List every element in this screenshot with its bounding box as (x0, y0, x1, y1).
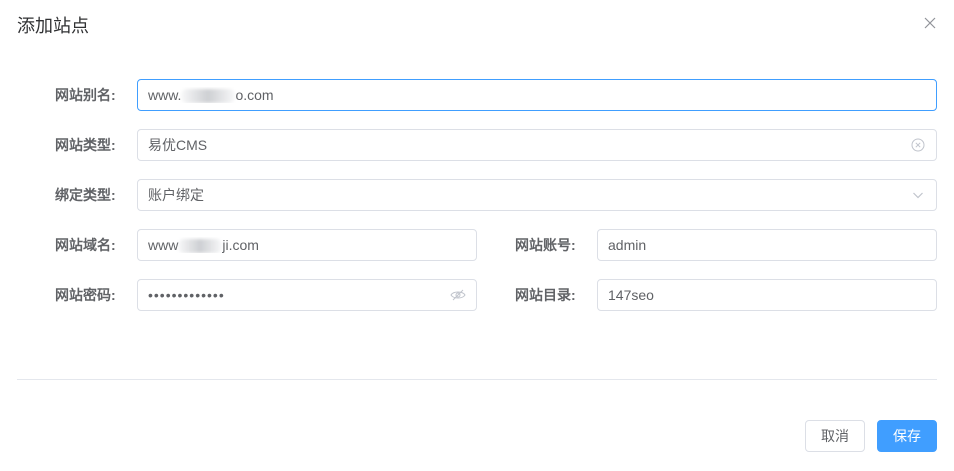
site-type-value: 易优CMS (148, 137, 208, 153)
save-button[interactable]: 保存 (877, 420, 937, 452)
chevron-down-icon (910, 187, 926, 203)
cancel-button[interactable]: 取消 (805, 420, 865, 452)
site-type-select[interactable]: 易优CMS (137, 129, 937, 161)
close-icon (924, 16, 936, 34)
dialog-title: 添加站点 (17, 16, 89, 36)
site-account-label: 网站账号: (515, 237, 576, 253)
footer-divider (17, 379, 937, 380)
site-directory-label: 网站目录: (515, 287, 576, 303)
redacted-mask (178, 239, 223, 254)
bind-type-select[interactable]: 账户绑定 (137, 179, 937, 211)
site-password-value: ••••••••••••• (148, 287, 225, 303)
site-alias-value: www. o.com (148, 86, 274, 104)
site-password-input[interactable]: ••••••••••••• (137, 279, 477, 311)
redacted-mask (181, 89, 236, 104)
site-directory-value: 147seo (608, 287, 654, 303)
eye-off-icon[interactable] (450, 287, 466, 303)
add-site-dialog: 添加站点 网站别名: www. o.com 网站类型: 易优CMS 绑定类型: 账… (0, 0, 954, 471)
bind-type-value: 账户绑定 (148, 187, 204, 203)
site-type-label: 网站类型: (55, 137, 116, 153)
close-button[interactable] (920, 15, 940, 35)
site-alias-input[interactable]: www. o.com (137, 79, 937, 111)
site-alias-label: 网站别名: (55, 87, 116, 103)
site-password-label: 网站密码: (55, 287, 116, 303)
site-domain-value: www ji.com (148, 236, 259, 254)
circle-close-icon[interactable] (910, 137, 926, 153)
site-account-value: admin (608, 237, 647, 253)
site-domain-input[interactable]: www ji.com (137, 229, 477, 261)
site-account-input[interactable]: admin (597, 229, 937, 261)
site-domain-label: 网站域名: (55, 237, 116, 253)
site-directory-input[interactable]: 147seo (597, 279, 937, 311)
bind-type-label: 绑定类型: (55, 187, 116, 203)
